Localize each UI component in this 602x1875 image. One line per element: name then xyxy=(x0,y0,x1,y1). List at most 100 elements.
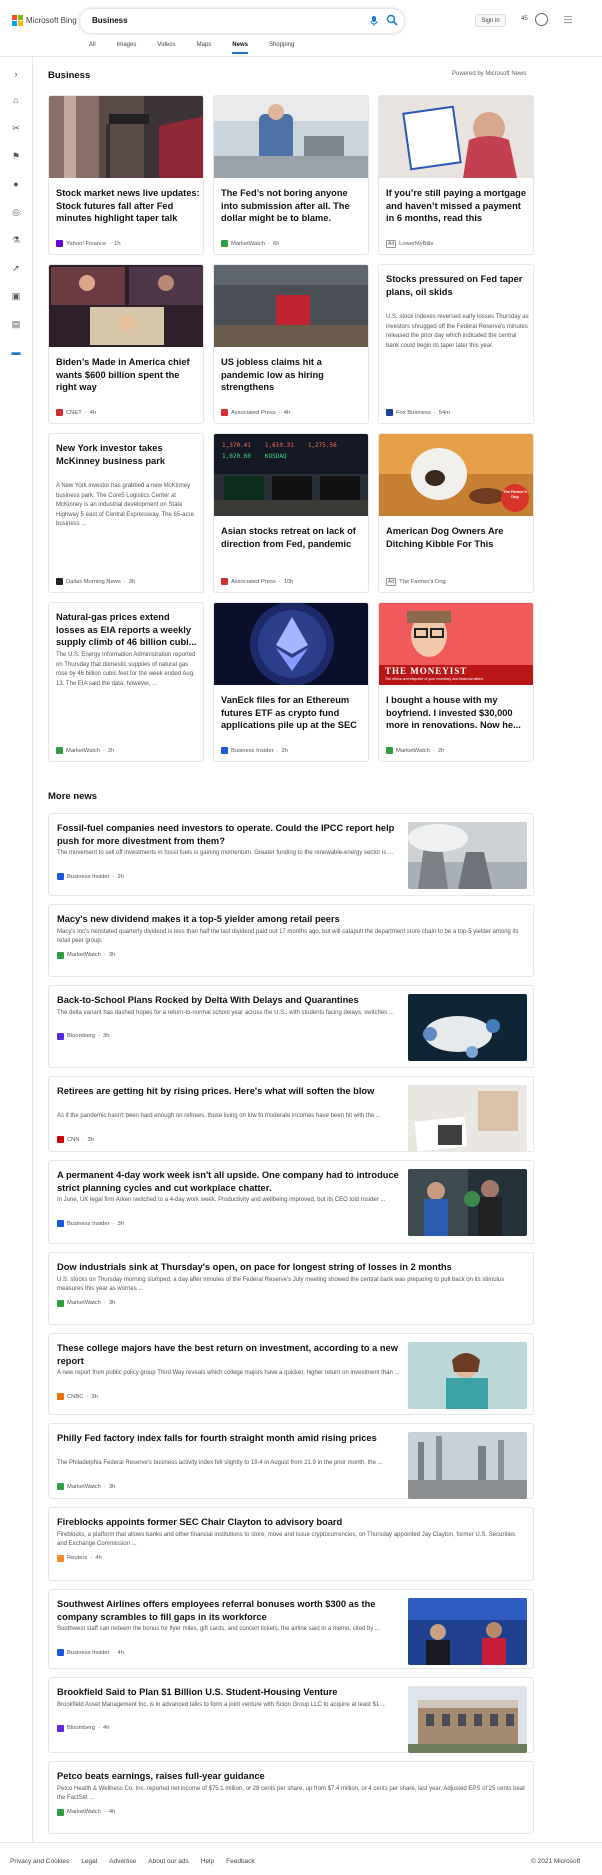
card-headline[interactable]: I bought a house with my boyfriend. I in… xyxy=(386,694,530,732)
source-name[interactable]: Yahoo! Finance xyxy=(66,241,106,247)
article-headline[interactable]: A permanent 4-day work week isn't all up… xyxy=(57,1169,402,1194)
rocket-icon[interactable]: ➚ xyxy=(11,263,21,273)
thumbnail-factory[interactable] xyxy=(408,1432,527,1499)
article-headline[interactable]: These college majors have the best retur… xyxy=(57,1342,402,1367)
source-name[interactable]: MarketWatch xyxy=(67,1300,101,1306)
article-headline[interactable]: Philly Fed factory index falls for fourt… xyxy=(57,1432,402,1445)
bing-logo[interactable]: Microsoft Bing xyxy=(12,15,77,26)
search-icon[interactable] xyxy=(386,14,398,26)
source-name[interactable]: MarketWatch xyxy=(67,1809,101,1815)
flag-icon[interactable]: ⚑ xyxy=(11,151,21,161)
more-news-item[interactable]: Dow industrials sink at Thursday's open,… xyxy=(48,1252,534,1325)
article-headline[interactable]: Macy's new dividend makes it a top-5 yie… xyxy=(57,913,525,926)
more-news-item[interactable]: Brookfield Said to Plan $1 Billion U.S. … xyxy=(48,1677,534,1753)
card-image-now-hiring-sign[interactable] xyxy=(214,265,369,347)
news-card[interactable]: 1,370.41 1,610.31 1,275.56 1,020.60 KOSDAQ As… xyxy=(213,433,369,593)
money-card-icon[interactable]: ▬ xyxy=(11,347,21,357)
more-news-item[interactable]: These college majors have the best retur… xyxy=(48,1333,534,1415)
location-pin-icon[interactable]: ● xyxy=(11,179,21,189)
thumbnail-classroom[interactable] xyxy=(408,994,527,1061)
more-news-item[interactable]: Petco beats earnings, raises full-year g… xyxy=(48,1761,534,1834)
source-name[interactable]: MarketWatch xyxy=(66,748,100,754)
hamburger-menu-icon[interactable]: — — — xyxy=(564,13,573,27)
expand-chevron-icon[interactable]: › xyxy=(11,69,21,79)
news-card[interactable]: Stock market news live updates: Stock fu… xyxy=(48,95,204,255)
more-news-item[interactable]: A permanent 4-day work week isn't all up… xyxy=(48,1160,534,1244)
card-headline[interactable]: Stock market news live updates: Stock fu… xyxy=(56,187,200,225)
source-name[interactable]: Fox Business xyxy=(396,410,431,416)
card-headline[interactable]: US jobless claims hit a pandemic low as … xyxy=(221,356,365,394)
tab-shopping[interactable]: Shopping xyxy=(269,42,294,54)
tab-all[interactable]: All xyxy=(89,42,96,54)
source-name[interactable]: Associated Press xyxy=(231,579,276,585)
source-name[interactable]: Associated Press xyxy=(231,410,276,416)
more-news-item[interactable]: Back-to-School Plans Rocked by Delta Wit… xyxy=(48,985,534,1068)
article-headline[interactable]: Fossil-fuel companies need investors to … xyxy=(57,822,402,847)
science-icon[interactable]: ⚗ xyxy=(11,235,21,245)
article-headline[interactable]: Brookfield Said to Plan $1 Billion U.S. … xyxy=(57,1686,402,1699)
thumbnail-office-workers[interactable] xyxy=(408,1169,527,1236)
microphone-icon[interactable] xyxy=(368,15,380,27)
source-name[interactable]: MarketWatch xyxy=(231,241,265,247)
card-image-ethereum-coin[interactable] xyxy=(214,603,369,685)
footer-link-help[interactable]: Help xyxy=(201,1858,214,1865)
footer-link-legal[interactable]: Legal xyxy=(81,1858,97,1865)
source-name[interactable]: CNBC xyxy=(67,1394,83,1400)
search-box[interactable]: Business xyxy=(80,9,404,33)
source-name[interactable]: Dallas Morning News xyxy=(66,579,121,585)
entertainment-icon[interactable]: ▣ xyxy=(11,291,21,301)
news-card[interactable]: VanEck files for an Ethereum futures ETF… xyxy=(213,602,369,762)
source-name[interactable]: The Farmer's Dog xyxy=(399,579,446,585)
article-headline[interactable]: Retirees are getting hit by rising price… xyxy=(57,1085,402,1098)
footer-link-about-our-ads[interactable]: About our ads xyxy=(148,1858,188,1865)
more-news-item[interactable]: Southwest Airlines offers employees refe… xyxy=(48,1589,534,1669)
news-card[interactable]: New York investor takes McKinney busines… xyxy=(48,433,204,593)
source-name[interactable]: Business Insider xyxy=(231,748,274,754)
globe-icon[interactable]: ◎ xyxy=(11,207,21,217)
card-headline[interactable]: American Dog Owners Are Ditching Kibble … xyxy=(386,525,530,550)
source-name[interactable]: CNN xyxy=(67,1137,80,1143)
business-building-icon[interactable]: ▤ xyxy=(11,319,21,329)
card-image-dog-with-bowl[interactable] xyxy=(379,434,534,516)
news-card[interactable]: THE MONEYIST The ethics and etiquette of … xyxy=(378,602,534,762)
card-headline[interactable]: Natural-gas prices extend losses as EIA … xyxy=(56,611,200,649)
thumbnail-campus-building[interactable] xyxy=(408,1686,527,1753)
card-headline[interactable]: If you’re still paying a mortgage and ha… xyxy=(386,187,530,225)
card-headline[interactable]: Biden’s Made in America chief wants $600… xyxy=(56,356,200,394)
more-news-item[interactable]: Retirees are getting hit by rising price… xyxy=(48,1076,534,1152)
card-image-video-call-panel[interactable] xyxy=(49,265,204,347)
card-headline[interactable]: Asian stocks retreat on lack of directio… xyxy=(221,525,365,550)
source-name[interactable]: Business Insider xyxy=(67,1650,110,1656)
tab-maps[interactable]: Maps xyxy=(197,42,212,54)
source-name[interactable]: Business Insider xyxy=(67,874,110,880)
more-news-item[interactable]: Philly Fed factory index falls for fourt… xyxy=(48,1423,534,1499)
news-card[interactable]: The Farmer's Dog American Dog Owners Are … xyxy=(378,433,534,593)
card-image-trading-floor[interactable] xyxy=(214,96,369,178)
article-headline[interactable]: Dow industrials sink at Thursday's open,… xyxy=(57,1261,525,1274)
more-news-item[interactable]: Fireblocks appoints former SEC Chair Cla… xyxy=(48,1507,534,1581)
more-news-item[interactable]: Macy's new dividend makes it a top-5 yie… xyxy=(48,904,534,977)
source-name[interactable]: MarketWatch xyxy=(67,1484,101,1490)
rewards-count[interactable]: 45 xyxy=(521,16,528,22)
powered-by-label[interactable]: Powered by Microsoft News xyxy=(452,71,526,77)
card-headline[interactable]: VanEck files for an Ethereum futures ETF… xyxy=(221,694,365,732)
rewards-trophy-icon[interactable] xyxy=(535,13,548,26)
source-name[interactable]: LowerMyBills xyxy=(399,241,433,247)
thumbnail-airline-counter[interactable] xyxy=(408,1598,527,1665)
search-input[interactable]: Business xyxy=(92,16,128,25)
footer-link-privacy-and-cookies[interactable]: Privacy and Cookies xyxy=(10,1858,69,1865)
tab-news[interactable]: News xyxy=(232,42,248,54)
card-headline[interactable]: New York investor takes McKinney busines… xyxy=(56,442,200,467)
footer-link-feedback[interactable]: Feedback xyxy=(226,1858,255,1865)
article-headline[interactable]: Back-to-School Plans Rocked by Delta Wit… xyxy=(57,994,402,1007)
source-name[interactable]: Bloomberg xyxy=(67,1033,95,1039)
source-name[interactable]: Reuters xyxy=(67,1555,87,1561)
footer-link-advertise[interactable]: Advertise xyxy=(109,1858,136,1865)
tools-icon[interactable]: ✂ xyxy=(11,123,21,133)
card-image-wall-street-sign[interactable] xyxy=(49,96,204,178)
card-headline[interactable]: Stocks pressured on Fed taper plans, oil… xyxy=(386,273,530,298)
card-image-paid-in-full-sign[interactable] xyxy=(379,96,534,178)
tab-images[interactable]: Images xyxy=(117,42,137,54)
news-card[interactable]: US jobless claims hit a pandemic low as … xyxy=(213,264,369,424)
news-card[interactable]: The Fed’s not boring anyone into submiss… xyxy=(213,95,369,255)
